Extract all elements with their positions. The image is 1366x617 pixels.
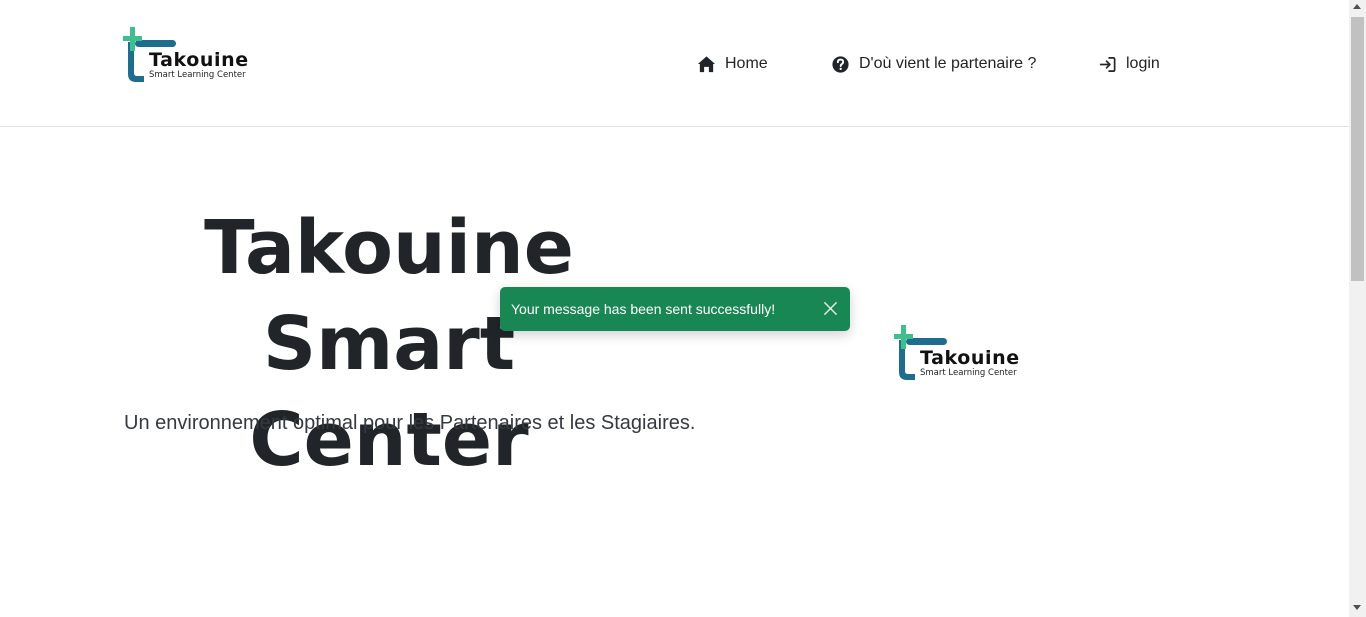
close-icon[interactable]: [823, 301, 838, 316]
logo-subtitle: Smart Learning Center: [149, 70, 246, 80]
scroll-up-arrow-icon[interactable]: [1353, 4, 1361, 9]
nav-home-label: Home: [725, 55, 768, 72]
question-circle-icon: [832, 55, 849, 73]
hero-logo-subtitle: Smart Learning Center: [920, 368, 1017, 378]
home-icon: [697, 55, 716, 72]
nav-partner-origin-link[interactable]: D'où vient le partenaire ?: [831, 52, 1036, 76]
hero-title: Takouine Smart Center: [124, 200, 654, 488]
nav-home-link[interactable]: Home: [697, 52, 768, 76]
logo-title: Takouine: [149, 49, 249, 71]
hero-title-line1: Takouine: [204, 205, 574, 291]
scrollbar-thumb[interactable]: [1351, 17, 1364, 281]
nav-login-link[interactable]: login: [1098, 52, 1160, 76]
brand-logo[interactable]: Takouine Smart Learning Center: [122, 26, 262, 84]
hero-logo: Takouine Smart Learning Center: [893, 324, 1033, 382]
scroll-down-arrow-icon[interactable]: [1353, 605, 1361, 610]
nav-partner-origin-label: D'où vient le partenaire ?: [859, 55, 1037, 72]
success-toast: Your message has been sent successfully!: [500, 287, 850, 331]
site-header: Takouine Smart Learning Center Home D'où…: [0, 0, 1349, 127]
hero-logo-title: Takouine: [920, 347, 1020, 369]
nav-login-label: login: [1126, 55, 1160, 72]
toast-message: Your message has been sent successfully!: [511, 301, 776, 317]
hero-title-line2: Smart Center: [249, 301, 529, 483]
vertical-scrollbar[interactable]: [1349, 0, 1366, 617]
hero-lead: Un environnement optimal pour les Parten…: [124, 412, 696, 434]
login-icon: [1099, 56, 1116, 72]
